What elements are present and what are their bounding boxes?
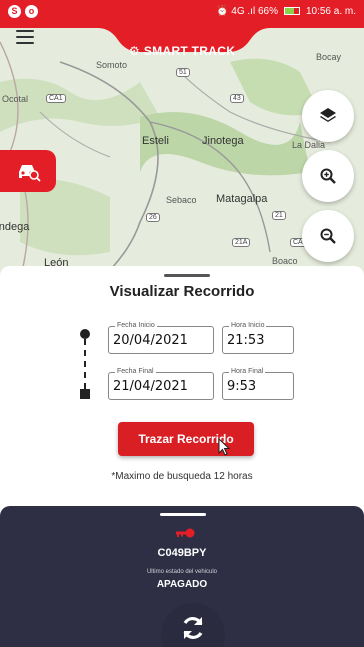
map-label-esteli: Esteli	[142, 135, 169, 147]
battery-icon	[283, 7, 300, 15]
start-time-value: 21:53	[227, 333, 265, 348]
vehicle-status-value: APAGADO	[156, 579, 208, 590]
system-status-bar: S o ⏰ 4G .ıl 66% 10:56 a. m.	[0, 0, 364, 22]
app-header: ⚙ SMART TRACK	[0, 22, 364, 64]
start-time-field[interactable]: Hora Inicio 21:53	[222, 321, 294, 354]
end-date-field[interactable]: Fecha Final 21/04/2021	[108, 367, 214, 400]
end-time-label: Hora Final	[229, 367, 266, 377]
status-time: 10:56 a. m.	[305, 5, 356, 17]
map-label-la-dalia: La Dalia	[292, 140, 326, 150]
vehicle-status-panel: C049BPY Ultimo estado del vehiculo APAGA…	[0, 506, 364, 647]
panel-title: Visualizar Recorrido	[109, 283, 255, 300]
map-label-boaco: Boaco	[272, 256, 298, 266]
timeline-dashed-line	[84, 339, 86, 389]
road-shield-ca1: CA1	[46, 94, 66, 103]
road-shield-21: 21	[272, 211, 286, 220]
refresh-button[interactable]	[161, 603, 225, 647]
end-time-field[interactable]: Hora Final 9:53	[222, 367, 294, 400]
road-shield-26: 26	[146, 213, 160, 222]
start-time-label: Hora Inicio	[229, 321, 267, 331]
zoom-out-icon	[320, 228, 336, 244]
map-label-sebaco: Sebaco	[166, 195, 197, 205]
road-shield-21a: 21A	[232, 238, 251, 247]
gear-icon: ⚙	[128, 44, 140, 58]
panel-drag-handle[interactable]	[164, 274, 210, 277]
vehicle-status-caption: Ultimo estado del vehiculo	[146, 569, 218, 575]
timeline-start-dot	[80, 329, 90, 339]
map-layers-button[interactable]	[302, 90, 354, 142]
start-date-label: Fecha Inicio	[115, 321, 157, 331]
road-shield-51: 51	[176, 68, 190, 77]
layers-icon	[320, 108, 336, 122]
car-search-icon	[19, 165, 41, 182]
vehicle-panel-drag-handle[interactable]	[160, 513, 206, 516]
end-date-label: Fecha Final	[115, 367, 156, 377]
map-label-jinotega: Jinotega	[202, 135, 244, 147]
route-panel: Visualizar Recorrido Fecha Inicio 20/04/…	[0, 266, 364, 506]
road-shield-43: 43	[230, 94, 244, 103]
app-title-text: SMART TRACK	[143, 44, 236, 58]
map-label-chinandega: Chinandega	[0, 221, 30, 233]
route-timeline	[80, 329, 90, 401]
vehicle-list-tab[interactable]	[0, 150, 56, 192]
trace-route-button[interactable]: Trazar Recorrido	[118, 422, 254, 456]
menu-icon[interactable]	[16, 30, 34, 44]
start-date-value: 20/04/2021	[113, 333, 188, 348]
refresh-icon	[183, 617, 203, 639]
end-date-value: 21/04/2021	[113, 379, 188, 394]
zoom-in-icon	[320, 168, 336, 184]
zoom-in-button[interactable]	[302, 150, 354, 202]
map-label-ocotal: Ocotal	[2, 94, 29, 104]
status-indicators: ⏰ 4G .ıl 66%	[216, 5, 278, 17]
notification-circle-icon: o	[25, 4, 38, 18]
vehicle-plate: C049BPY	[157, 547, 207, 559]
pointer-cursor-icon	[218, 438, 231, 456]
notification-s-icon: S	[8, 4, 21, 18]
timeline-end-square	[80, 389, 90, 399]
start-date-field[interactable]: Fecha Inicio 20/04/2021	[108, 321, 214, 354]
map-label-matagalpa: Matagalpa	[216, 193, 268, 205]
key-icon	[176, 528, 195, 538]
zoom-out-button[interactable]	[302, 210, 354, 262]
search-limit-note: *Maximo de busqueda 12 horas	[111, 471, 253, 482]
app-title: ⚙ SMART TRACK	[0, 44, 364, 58]
end-time-value: 9:53	[227, 379, 257, 394]
